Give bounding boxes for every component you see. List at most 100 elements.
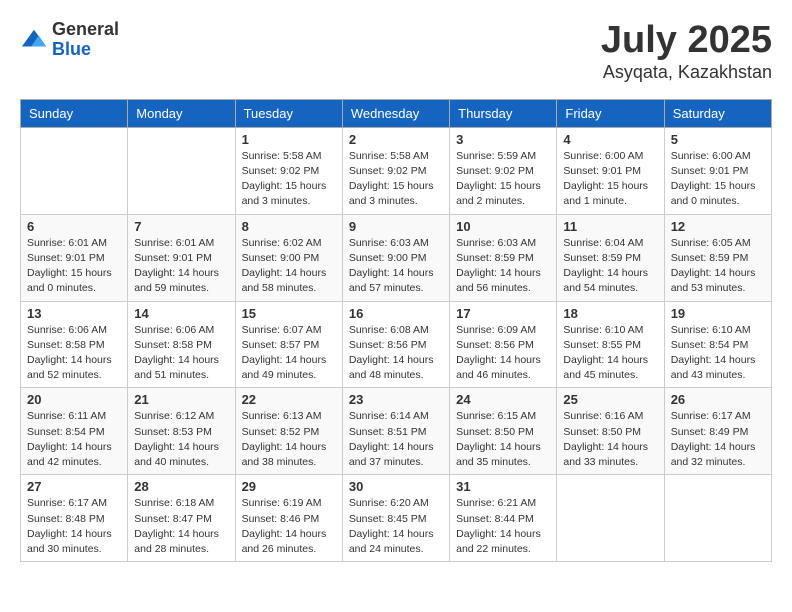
- day-info: Sunrise: 6:15 AM Sunset: 8:50 PM Dayligh…: [456, 409, 550, 470]
- day-info: Sunrise: 6:17 AM Sunset: 8:48 PM Dayligh…: [27, 496, 121, 557]
- logo-icon: [20, 26, 48, 54]
- day-number: 5: [671, 132, 765, 147]
- weekday-header: Friday: [557, 99, 664, 127]
- day-number: 22: [242, 392, 336, 407]
- day-info: Sunrise: 6:17 AM Sunset: 8:49 PM Dayligh…: [671, 409, 765, 470]
- day-info: Sunrise: 6:14 AM Sunset: 8:51 PM Dayligh…: [349, 409, 443, 470]
- day-info: Sunrise: 6:20 AM Sunset: 8:45 PM Dayligh…: [349, 496, 443, 557]
- calendar-cell: 8 Sunrise: 6:02 AM Sunset: 9:00 PM Daylig…: [235, 214, 342, 301]
- day-number: 8: [242, 219, 336, 234]
- day-info: Sunrise: 6:11 AM Sunset: 8:54 PM Dayligh…: [27, 409, 121, 470]
- weekday-header: Tuesday: [235, 99, 342, 127]
- day-info: Sunrise: 6:00 AM Sunset: 9:01 PM Dayligh…: [563, 149, 657, 210]
- calendar-cell: 14 Sunrise: 6:06 AM Sunset: 8:58 PM Dayli…: [128, 301, 235, 388]
- calendar-cell: 28 Sunrise: 6:18 AM Sunset: 8:47 PM Dayli…: [128, 475, 235, 562]
- day-info: Sunrise: 6:10 AM Sunset: 8:54 PM Dayligh…: [671, 323, 765, 384]
- day-info: Sunrise: 6:04 AM Sunset: 8:59 PM Dayligh…: [563, 236, 657, 297]
- weekday-header: Thursday: [450, 99, 557, 127]
- weekday-header: Monday: [128, 99, 235, 127]
- day-info: Sunrise: 6:10 AM Sunset: 8:55 PM Dayligh…: [563, 323, 657, 384]
- day-info: Sunrise: 6:07 AM Sunset: 8:57 PM Dayligh…: [242, 323, 336, 384]
- calendar-cell: 22 Sunrise: 6:13 AM Sunset: 8:52 PM Dayli…: [235, 388, 342, 475]
- day-number: 10: [456, 219, 550, 234]
- day-info: Sunrise: 6:00 AM Sunset: 9:01 PM Dayligh…: [671, 149, 765, 210]
- day-number: 13: [27, 306, 121, 321]
- calendar-cell: 23Sunrise: 6:14 AM Sunset: 8:51 PM Dayli…: [342, 388, 449, 475]
- day-info: Sunrise: 5:58 AM Sunset: 9:02 PM Dayligh…: [242, 149, 336, 210]
- calendar-week-row: 1 Sunrise: 5:58 AM Sunset: 9:02 PM Daylig…: [21, 127, 772, 214]
- logo: General Blue: [20, 20, 119, 60]
- day-number: 16: [349, 306, 443, 321]
- calendar-cell: 15 Sunrise: 6:07 AM Sunset: 8:57 PM Dayli…: [235, 301, 342, 388]
- day-info: Sunrise: 6:13 AM Sunset: 8:52 PM Dayligh…: [242, 409, 336, 470]
- calendar-cell: 31Sunrise: 6:21 AM Sunset: 8:44 PM Dayli…: [450, 475, 557, 562]
- day-number: 31: [456, 479, 550, 494]
- calendar-cell: [128, 127, 235, 214]
- logo-blue: Blue: [52, 39, 91, 59]
- day-number: 14: [134, 306, 228, 321]
- day-number: 20: [27, 392, 121, 407]
- calendar-cell: 21Sunrise: 6:12 AM Sunset: 8:53 PM Dayli…: [128, 388, 235, 475]
- day-number: 3: [456, 132, 550, 147]
- day-number: 30: [349, 479, 443, 494]
- day-info: Sunrise: 6:03 AM Sunset: 8:59 PM Dayligh…: [456, 236, 550, 297]
- logo-general: General: [52, 19, 119, 39]
- calendar-table: SundayMondayTuesdayWednesdayThursdayFrid…: [20, 99, 772, 562]
- day-number: 25: [563, 392, 657, 407]
- calendar-cell: 11Sunrise: 6:04 AM Sunset: 8:59 PM Dayli…: [557, 214, 664, 301]
- day-number: 9: [349, 219, 443, 234]
- calendar-cell: 10 Sunrise: 6:03 AM Sunset: 8:59 PM Dayli…: [450, 214, 557, 301]
- weekday-header: Saturday: [664, 99, 771, 127]
- page-header: General Blue July 2025 Asyqata, Kazakhst…: [20, 20, 772, 83]
- month-title: July 2025: [601, 20, 772, 62]
- day-info: Sunrise: 6:01 AM Sunset: 9:01 PM Dayligh…: [27, 236, 121, 297]
- calendar-cell: 19 Sunrise: 6:10 AM Sunset: 8:54 PM Dayli…: [664, 301, 771, 388]
- calendar-week-row: 20 Sunrise: 6:11 AM Sunset: 8:54 PM Dayli…: [21, 388, 772, 475]
- calendar-cell: 7Sunrise: 6:01 AM Sunset: 9:01 PM Daylig…: [128, 214, 235, 301]
- day-info: Sunrise: 6:08 AM Sunset: 8:56 PM Dayligh…: [349, 323, 443, 384]
- day-number: 15: [242, 306, 336, 321]
- day-number: 26: [671, 392, 765, 407]
- weekday-header: Wednesday: [342, 99, 449, 127]
- location: Asyqata, Kazakhstan: [601, 62, 772, 83]
- calendar-cell: 16 Sunrise: 6:08 AM Sunset: 8:56 PM Dayli…: [342, 301, 449, 388]
- day-number: 4: [563, 132, 657, 147]
- calendar-cell: 12 Sunrise: 6:05 AM Sunset: 8:59 PM Dayli…: [664, 214, 771, 301]
- day-info: Sunrise: 6:06 AM Sunset: 8:58 PM Dayligh…: [27, 323, 121, 384]
- day-info: Sunrise: 6:05 AM Sunset: 8:59 PM Dayligh…: [671, 236, 765, 297]
- day-number: 24: [456, 392, 550, 407]
- day-info: Sunrise: 6:16 AM Sunset: 8:50 PM Dayligh…: [563, 409, 657, 470]
- calendar-cell: 2Sunrise: 5:58 AM Sunset: 9:02 PM Daylig…: [342, 127, 449, 214]
- calendar-cell: 24 Sunrise: 6:15 AM Sunset: 8:50 PM Dayli…: [450, 388, 557, 475]
- day-number: 28: [134, 479, 228, 494]
- logo-text: General Blue: [52, 20, 119, 60]
- day-number: 12: [671, 219, 765, 234]
- day-number: 17: [456, 306, 550, 321]
- title-block: July 2025 Asyqata, Kazakhstan: [601, 20, 772, 83]
- weekday-header-row: SundayMondayTuesdayWednesdayThursdayFrid…: [21, 99, 772, 127]
- calendar-cell: 1 Sunrise: 5:58 AM Sunset: 9:02 PM Daylig…: [235, 127, 342, 214]
- day-info: Sunrise: 5:59 AM Sunset: 9:02 PM Dayligh…: [456, 149, 550, 210]
- calendar-cell: 9 Sunrise: 6:03 AM Sunset: 9:00 PM Daylig…: [342, 214, 449, 301]
- day-info: Sunrise: 6:19 AM Sunset: 8:46 PM Dayligh…: [242, 496, 336, 557]
- day-info: Sunrise: 6:18 AM Sunset: 8:47 PM Dayligh…: [134, 496, 228, 557]
- day-info: Sunrise: 5:58 AM Sunset: 9:02 PM Dayligh…: [349, 149, 443, 210]
- day-number: 1: [242, 132, 336, 147]
- day-info: Sunrise: 6:03 AM Sunset: 9:00 PM Dayligh…: [349, 236, 443, 297]
- calendar-week-row: 27 Sunrise: 6:17 AM Sunset: 8:48 PM Dayli…: [21, 475, 772, 562]
- weekday-header: Sunday: [21, 99, 128, 127]
- day-info: Sunrise: 6:06 AM Sunset: 8:58 PM Dayligh…: [134, 323, 228, 384]
- day-number: 21: [134, 392, 228, 407]
- day-number: 27: [27, 479, 121, 494]
- day-info: Sunrise: 6:02 AM Sunset: 9:00 PM Dayligh…: [242, 236, 336, 297]
- calendar-cell: 17 Sunrise: 6:09 AM Sunset: 8:56 PM Dayli…: [450, 301, 557, 388]
- day-number: 6: [27, 219, 121, 234]
- day-number: 18: [563, 306, 657, 321]
- calendar-cell: 30 Sunrise: 6:20 AM Sunset: 8:45 PM Dayli…: [342, 475, 449, 562]
- calendar-week-row: 13 Sunrise: 6:06 AM Sunset: 8:58 PM Dayli…: [21, 301, 772, 388]
- day-info: Sunrise: 6:09 AM Sunset: 8:56 PM Dayligh…: [456, 323, 550, 384]
- calendar-cell: 20 Sunrise: 6:11 AM Sunset: 8:54 PM Dayli…: [21, 388, 128, 475]
- day-number: 19: [671, 306, 765, 321]
- calendar-cell: 13 Sunrise: 6:06 AM Sunset: 8:58 PM Dayli…: [21, 301, 128, 388]
- calendar-cell: 18 Sunrise: 6:10 AM Sunset: 8:55 PM Dayli…: [557, 301, 664, 388]
